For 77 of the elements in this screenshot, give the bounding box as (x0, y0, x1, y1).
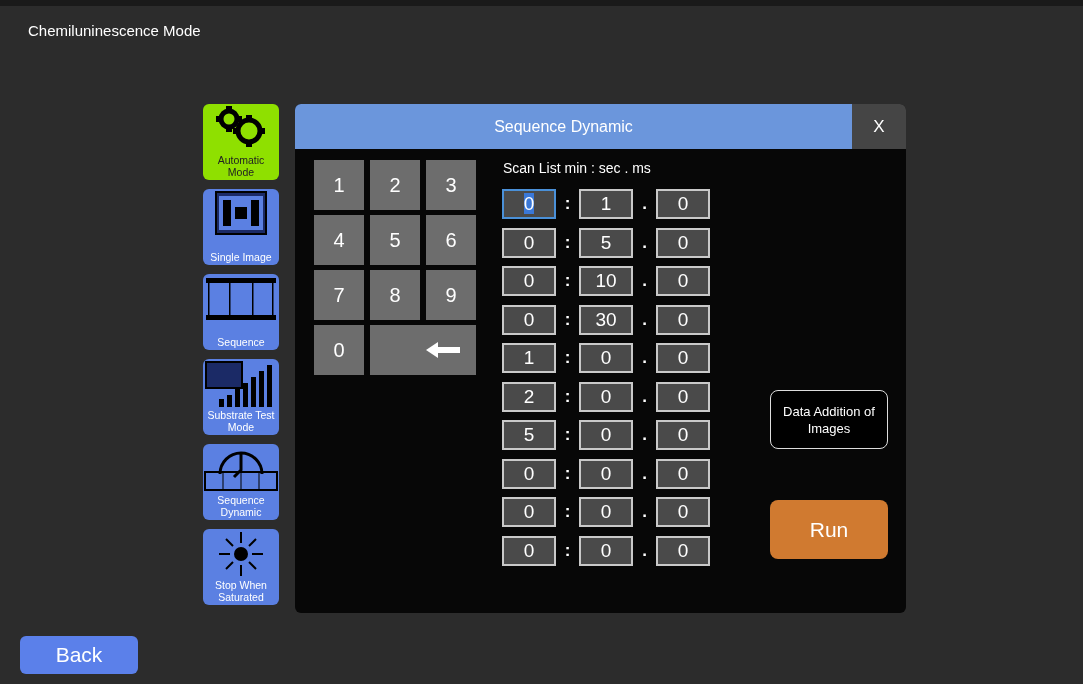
mode-button[interactable]: Substrate Test Mode (203, 359, 279, 435)
time-field[interactable]: 2 (502, 381, 556, 412)
time-field[interactable]: 0 (656, 343, 710, 373)
keypad-key[interactable]: 2 (370, 160, 420, 210)
time-field[interactable]: 5 (579, 227, 633, 258)
keypad-key[interactable]: 6 (426, 215, 476, 265)
time-field[interactable]: 0 (502, 535, 556, 566)
keypad-key[interactable]: 8 (370, 270, 420, 320)
keypad-key[interactable]: 0 (314, 325, 364, 375)
dot-separator: . (641, 501, 648, 524)
left-arrow-icon (426, 342, 460, 358)
filmstrip-icon (206, 276, 276, 322)
dot-separator: . (641, 347, 648, 370)
time-field[interactable]: 0 (656, 266, 710, 296)
time-field[interactable]: 1 (579, 189, 633, 219)
colon-separator: : (563, 308, 572, 331)
colon-separator: : (563, 385, 572, 408)
time-field[interactable]: 0 (656, 189, 710, 219)
time-field[interactable]: 0 (502, 497, 556, 527)
time-field[interactable]: 0 (502, 458, 556, 489)
time-field[interactable]: 0 (502, 227, 556, 258)
dot-separator: . (641, 462, 648, 485)
sun-icon (218, 531, 264, 577)
time-field[interactable]: 30 (579, 304, 633, 335)
mode-button[interactable]: Single Image (203, 189, 279, 265)
keypad-key[interactable]: 7 (314, 270, 364, 320)
time-field[interactable]: 0 (579, 497, 633, 527)
time-field[interactable]: 0 (656, 535, 710, 566)
time-field[interactable]: 0 (656, 227, 710, 258)
dot-separator: . (641, 385, 648, 408)
dialog-title: Sequence Dynamic (494, 116, 633, 137)
dot-separator: . (641, 193, 648, 216)
colon-separator: : (563, 501, 572, 524)
dot-separator: . (641, 231, 648, 254)
time-field[interactable]: 0 (502, 304, 556, 335)
colon-separator: : (563, 424, 572, 447)
mode-button[interactable]: Sequence Dynamic (203, 444, 279, 520)
time-field[interactable]: 0 (579, 458, 633, 489)
mode-button[interactable]: Automatic Mode (203, 104, 279, 180)
keypad-key[interactable]: 5 (370, 215, 420, 265)
mode-button[interactable]: Sequence (203, 274, 279, 350)
back-button[interactable]: Back (20, 636, 138, 674)
time-field[interactable]: 0 (656, 458, 710, 489)
time-field[interactable]: 0 (656, 304, 710, 335)
keypad-key[interactable]: 4 (314, 215, 364, 265)
time-field[interactable]: 0 (656, 497, 710, 527)
window-title: Chemiluninescence Mode (28, 22, 202, 40)
dot-separator: . (641, 308, 648, 331)
colon-separator: : (563, 270, 572, 293)
time-field[interactable]: 0 (502, 266, 556, 296)
time-field[interactable]: 0 (656, 381, 710, 412)
colon-separator: : (563, 347, 572, 370)
dot-separator: . (641, 270, 648, 293)
time-field[interactable]: 0 (502, 189, 556, 219)
time-field[interactable]: 1 (502, 343, 556, 373)
keypad-key[interactable]: 9 (426, 270, 476, 320)
colon-separator: : (563, 193, 572, 216)
film-frame-icon (215, 191, 267, 235)
backspace-key[interactable] (370, 325, 476, 375)
dot-separator: . (641, 539, 648, 562)
time-field[interactable]: 0 (579, 535, 633, 566)
colon-separator: : (563, 462, 572, 485)
time-field[interactable]: 0 (579, 343, 633, 373)
scan-list-label: Scan List min : sec . ms (503, 160, 652, 176)
colon-separator: : (563, 539, 572, 562)
time-field[interactable]: 0 (579, 420, 633, 450)
time-field[interactable]: 0 (656, 420, 710, 450)
close-button[interactable]: X (852, 104, 906, 149)
mode-button[interactable]: Stop When Saturated (203, 529, 279, 605)
keypad-key[interactable]: 3 (426, 160, 476, 210)
time-field[interactable]: 5 (502, 420, 556, 450)
time-field[interactable]: 0 (579, 381, 633, 412)
colon-separator: : (563, 231, 572, 254)
time-field[interactable]: 10 (579, 266, 633, 296)
keypad-key[interactable]: 1 (314, 160, 364, 210)
data-addition-button[interactable]: Data Addition of Images (770, 390, 888, 449)
dot-separator: . (641, 424, 648, 447)
